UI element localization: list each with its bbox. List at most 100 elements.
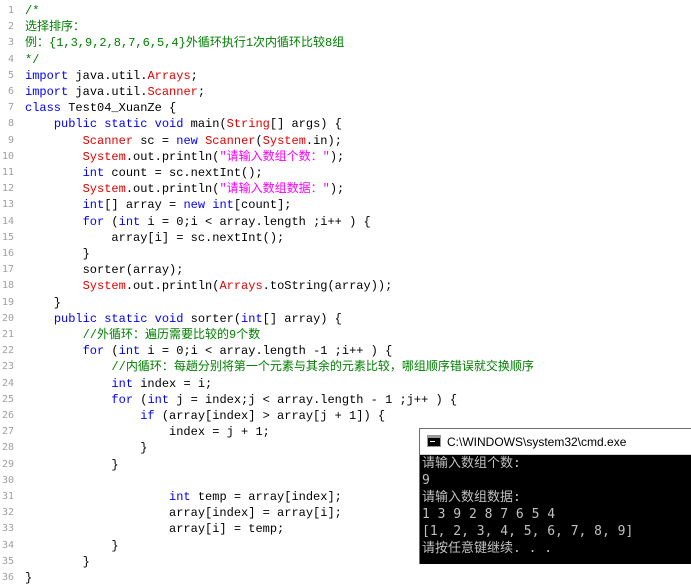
line-number: 14: [1, 215, 14, 227]
code-line[interactable]: 10 System.out.println("请输入数组个数：");: [0, 149, 691, 165]
code-line[interactable]: 23 //内循环：每趟分别将第一个元素与其余的元素比较，哪组顺序错误就交换顺序: [0, 359, 691, 375]
code-text: for (int j = index;j < array.length - 1 …: [25, 392, 457, 408]
code-text: }: [25, 554, 90, 570]
code-token: [] array =: [104, 198, 184, 213]
code-token: */: [25, 52, 40, 67]
code-text: public static void sorter(int[] array) {: [25, 311, 342, 327]
code-text: */: [25, 52, 39, 68]
cmd-output-line: 请输入数组个数:: [422, 456, 521, 471]
code-token: class: [25, 101, 62, 116]
code-line[interactable]: 3 例：{1,3,9,2,8,7,6,5,4}外循环执行1次内循环比较8组: [0, 35, 691, 51]
code-line[interactable]: 21 //外循环：遍历需要比较的9个数: [0, 327, 691, 343]
cmd-titlebar[interactable]: C:\WINDOWS\system32\cmd.exe: [420, 429, 691, 455]
code-token: for: [111, 392, 134, 407]
line-number: 13: [1, 199, 14, 211]
code-text: class Test04_XuanZe {: [25, 100, 176, 116]
code-line[interactable]: 2 选择排序：: [0, 19, 691, 35]
code-token: int: [82, 166, 105, 180]
code-token: int: [118, 344, 141, 359]
code-line[interactable]: 11 int count = sc.nextInt();: [0, 165, 691, 181]
code-token: public static void: [53, 311, 184, 326]
code-line[interactable]: 15 array[i] = sc.nextInt();: [0, 230, 691, 246]
code-line[interactable]: 8 public static void main(String[] args)…: [0, 116, 691, 132]
code-line[interactable]: 18 System.out.println(Arrays.toString(ar…: [0, 278, 691, 294]
code-line[interactable]: 22 for (int i = 0;i < array.length -1 ;i…: [0, 343, 691, 359]
code-token: count = sc.nextInt();: [104, 166, 263, 180]
code-token: i = 0;i < array.length ;i++ ) {: [140, 214, 371, 229]
code-token: .out.println(: [125, 279, 220, 294]
code-token: for: [82, 214, 105, 229]
line-number: 19: [1, 296, 14, 308]
line-number: 2: [7, 21, 14, 33]
code-token: );: [329, 182, 345, 197]
cmd-output-line: 1 3 9 2 8 7 6 5 4: [422, 507, 556, 522]
line-number: 7: [7, 102, 14, 114]
code-token: array[i] = sc.nextInt();: [25, 230, 285, 245]
code-text: for (int i = 0;i < array.length -1 ;i++ …: [25, 343, 393, 359]
code-line[interactable]: 6 import java.util.Scanner;: [0, 84, 691, 100]
code-token: java.util.: [68, 68, 148, 83]
code-token: 例：{1,3,9,2,8,7,6,5,4}外循环执行1次内循环比较8组: [25, 36, 345, 51]
code-text: }: [25, 538, 118, 554]
code-token: int: [169, 490, 191, 504]
code-line[interactable]: 19 }: [0, 295, 691, 311]
code-line[interactable]: 25 for (int j = index;j < array.length -…: [0, 392, 691, 408]
code-line[interactable]: 7 class Test04_XuanZe {: [0, 100, 691, 116]
code-token: System: [262, 133, 306, 148]
code-line[interactable]: 4 */: [0, 52, 691, 68]
code-token: index = i;: [133, 376, 213, 391]
code-line[interactable]: 16 }: [0, 246, 691, 262]
code-line[interactable]: 36}: [0, 570, 691, 586]
code-token: new: [183, 198, 206, 213]
code-token: array[i] = temp;: [25, 522, 285, 537]
code-token: /*: [25, 4, 40, 18]
code-text: if (array[index] > array[j + 1]) {: [25, 408, 385, 424]
code-token: i = 0;i < array.length -1 ;i++ ) {: [140, 344, 393, 359]
code-text: System.out.println(Arrays.toString(array…: [25, 278, 393, 294]
code-line[interactable]: 24 int index = i;: [0, 376, 691, 392]
cmd-window[interactable]: C:\WINDOWS\system32\cmd.exe 请输入数组个数: 9 请…: [419, 428, 691, 564]
code-line[interactable]: 14 for (int i = 0;i < array.length ;i++ …: [0, 214, 691, 230]
line-number: 9: [7, 134, 14, 146]
line-number: 18: [1, 280, 14, 292]
code-token: System: [82, 149, 126, 164]
code-line[interactable]: 5 import java.util.Arrays;: [0, 68, 691, 84]
line-number: 8: [7, 118, 14, 130]
code-line[interactable]: 26 if (array[index] > array[j + 1]) {: [0, 408, 691, 424]
code-line[interactable]: 13 int[] array = new int[count];: [0, 197, 691, 213]
code-line[interactable]: 20 public static void sorter(int[] array…: [0, 311, 691, 327]
cmd-output-line: [1, 2, 3, 4, 5, 6, 7, 8, 9]: [422, 524, 634, 539]
cmd-output[interactable]: 请输入数组个数: 9 请输入数组数据: 1 3 9 2 8 7 6 5 4 [1…: [420, 455, 691, 565]
code-token: ;: [197, 85, 206, 99]
line-number: 23: [1, 361, 14, 373]
code-token: .out.println(: [125, 182, 220, 197]
line-number: 21: [1, 329, 14, 340]
code-line[interactable]: 9 Scanner sc = new Scanner(System.in);: [0, 133, 691, 149]
code-token: public static void: [53, 117, 184, 132]
line-number: 16: [1, 248, 14, 259]
code-text: int count = sc.nextInt();: [25, 165, 263, 181]
code-line[interactable]: 17 sorter(array);: [0, 262, 691, 278]
code-text: index = j + 1;: [25, 424, 270, 440]
line-number: 29: [1, 458, 14, 470]
code-text: array[i] = sc.nextInt();: [25, 230, 284, 246]
code-text: int temp = array[index];: [25, 489, 342, 505]
code-token: [] array) {: [262, 311, 342, 326]
line-number: 35: [1, 555, 14, 567]
code-text: }: [25, 457, 118, 473]
code-token: }: [25, 441, 148, 456]
code-line[interactable]: 1 /*: [0, 3, 691, 19]
code-line[interactable]: 12 System.out.println("请输入数组数据：");: [0, 181, 691, 197]
code-token: array[index] = array[i];: [25, 506, 342, 521]
line-number: 4: [7, 53, 14, 65]
code-token: //外循环：遍历需要比较的9个数: [82, 328, 261, 342]
code-token: //内循环：每趟分别将第一个元素与其余的元素比较，哪组顺序错误就交换顺序: [111, 360, 534, 375]
code-text: array[i] = temp;: [25, 521, 284, 537]
